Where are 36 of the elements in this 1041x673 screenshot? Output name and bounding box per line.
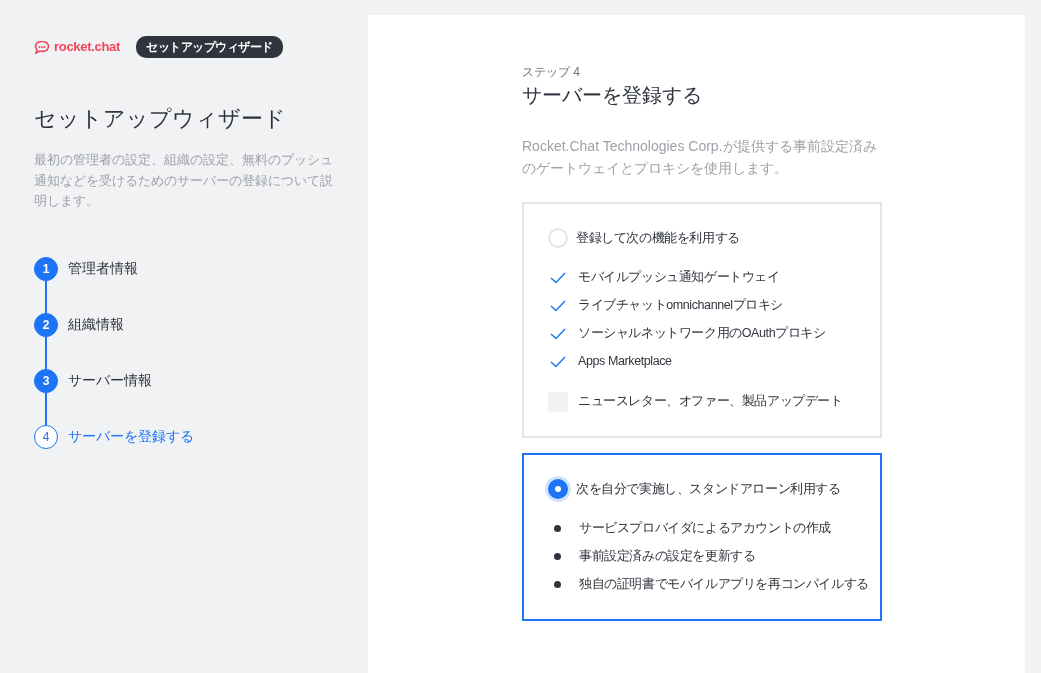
radio-button[interactable] [548, 478, 568, 499]
sidebar-title: セットアップウィザード [34, 106, 287, 133]
feature-text: モバイルプッシュ通知ゲートウェイ [578, 269, 780, 287]
feature-text: ライブチャットomnichannelプロキシ [578, 297, 784, 315]
step-number: 4 [34, 424, 58, 449]
feature-text: 独自の証明書でモバイルアプリを再コンパイルする [579, 576, 869, 594]
step-indicator: ステップ 4 [522, 64, 581, 81]
logo-icon [34, 40, 50, 54]
step-label: 管理者情報 [68, 259, 138, 279]
option-card[interactable]: 次を自分で実施し、スタンドアローン利用する サービスプロバイダによるアカウントの作成 事前設定済みの設定を更新する 独自の証明書でモバイルアプリを再コンパイルする [522, 452, 882, 621]
option-card[interactable]: 登録して次の機能を利用する モバイルプッシュ通知ゲートウェイ ライブチャットomnichannelプロキシ ソーシャルネットワーク用のOAuthプロキシ Apps Marketplace ニュースレター、オファー、製品アップデート [522, 201, 882, 438]
step-number: 1 [34, 256, 58, 281]
step-number: 2 [34, 312, 58, 337]
logo-text: rocket.chat [54, 38, 121, 57]
wizard-badge: セットアップウィザード [136, 36, 283, 58]
bullet-icon [554, 553, 561, 561]
checkmark-icon [550, 271, 566, 284]
checkbox-label: ニュースレター、オファー、製品アップデート [578, 393, 843, 411]
step-label: サーバーを登録する [68, 427, 194, 447]
page-description: Rocket.Chat Technologies Corp.が提供する事前設定済みのゲートウェイとプロキシを使用します。 [522, 137, 878, 179]
option-label: 登録して次の機能を利用する [576, 229, 740, 248]
feature-text: サービスプロバイダによるアカウントの作成 [579, 520, 831, 538]
step-number: 3 [34, 368, 58, 393]
bullet-icon [554, 525, 561, 533]
checkmark-icon [550, 299, 566, 312]
step-label: サーバー情報 [68, 371, 152, 391]
checkmark-icon [550, 327, 566, 340]
feature-text: Apps Marketplace [578, 353, 672, 371]
sidebar-description: 最初の管理者の設定、組織の設定、無料のプッシュ通知などを受けるためのサーバーの登録について説明します。 [34, 151, 334, 210]
feature-text: ソーシャルネットワーク用のOAuthプロキシ [578, 325, 826, 343]
checkmark-icon [550, 355, 566, 368]
page-title: サーバーを登録する [522, 83, 703, 107]
option-label: 次を自分で実施し、スタンドアローン利用する [576, 480, 841, 499]
feature-text: 事前設定済みの設定を更新する [579, 548, 756, 566]
bullet-icon [554, 581, 561, 589]
step-label: 組織情報 [68, 315, 124, 335]
